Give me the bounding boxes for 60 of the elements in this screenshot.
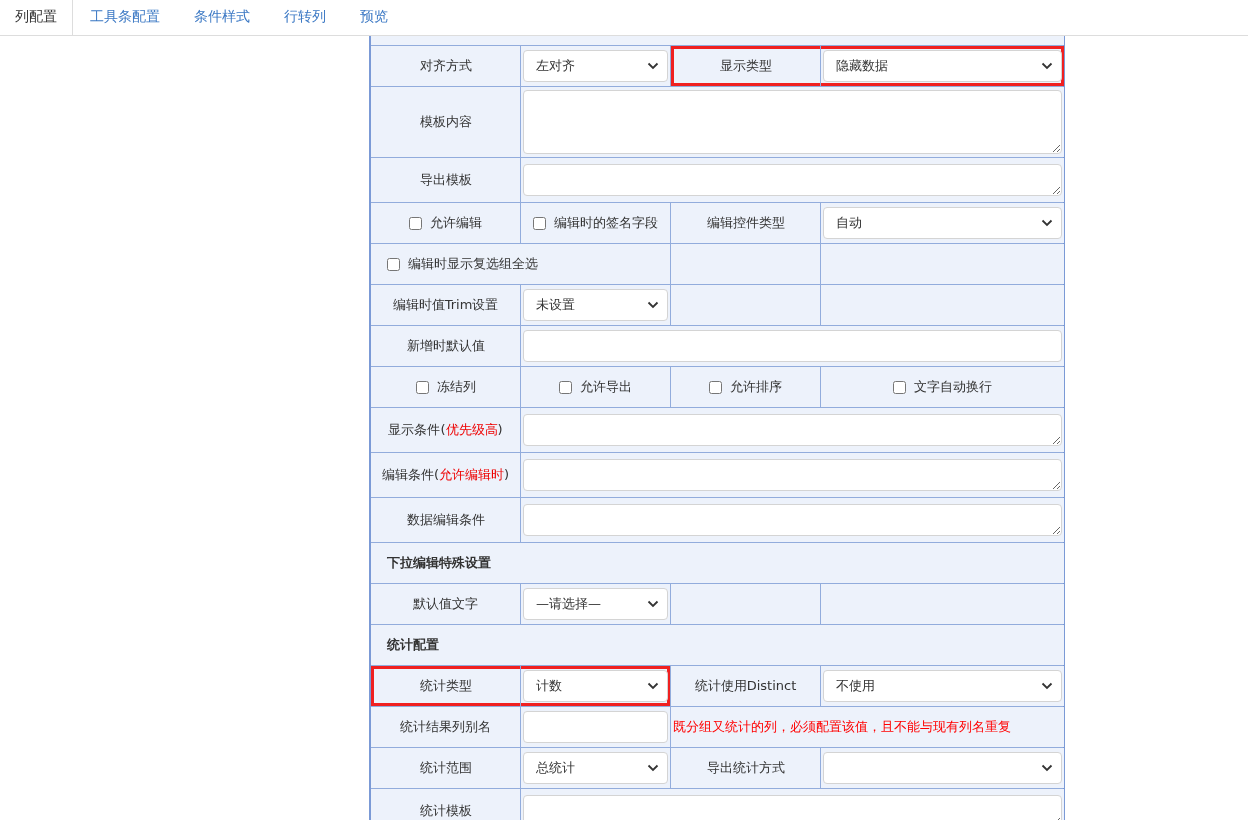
text-area[interactable] bbox=[523, 414, 1062, 446]
checkbox-label: 冻结列 bbox=[436, 378, 476, 396]
field-label: 导出模板 bbox=[419, 171, 472, 189]
checkbox[interactable] bbox=[559, 380, 572, 394]
chevron-down-icon bbox=[1041, 62, 1053, 70]
chevron-down-icon bbox=[647, 600, 659, 608]
field-label: 统计结果列别名 bbox=[400, 718, 491, 736]
checkbox[interactable] bbox=[893, 380, 906, 394]
field-label: 数据编辑条件 bbox=[406, 511, 485, 529]
field-label: 默认值文字 bbox=[413, 595, 478, 613]
tab[interactable]: 工具条配置 bbox=[73, 0, 177, 32]
field-label: 统计使用Distinct bbox=[694, 677, 797, 695]
field-label: 显示类型 bbox=[719, 57, 772, 75]
chevron-down-icon bbox=[647, 301, 659, 309]
tab[interactable]: 预览 bbox=[343, 0, 405, 32]
field-label: 导出统计方式 bbox=[706, 759, 785, 777]
field-label: 统计模板 bbox=[419, 802, 472, 820]
checkbox[interactable] bbox=[415, 380, 429, 394]
checkbox-label: 允许排序 bbox=[730, 378, 782, 396]
text-area[interactable] bbox=[523, 795, 1062, 820]
dropdown[interactable]: 不使用 bbox=[823, 670, 1062, 702]
chevron-down-icon bbox=[647, 764, 659, 772]
field-label: 新增时默认值 bbox=[406, 337, 485, 355]
checkbox[interactable] bbox=[387, 257, 400, 271]
dropdown[interactable]: 计数 bbox=[523, 670, 668, 702]
checkbox[interactable] bbox=[533, 216, 546, 230]
field-label: 模板内容 bbox=[419, 113, 472, 131]
tab[interactable]: 行转列 bbox=[267, 0, 343, 32]
chevron-down-icon bbox=[647, 682, 659, 690]
field-label: 编辑时值Trim设置 bbox=[392, 296, 499, 314]
field-label: 编辑控件类型 bbox=[706, 214, 785, 232]
chevron-down-icon bbox=[1041, 764, 1053, 772]
text-area[interactable] bbox=[523, 459, 1062, 491]
text-area[interactable] bbox=[523, 164, 1062, 196]
dropdown[interactable]: 自动 bbox=[823, 207, 1062, 239]
field-label: 编辑条件(允许编辑时) bbox=[381, 466, 510, 484]
field-label: 统计范围 bbox=[419, 759, 472, 777]
dropdown[interactable]: 未设置 bbox=[523, 289, 668, 321]
text-area[interactable] bbox=[523, 504, 1062, 536]
checkbox-label: 编辑时显示复选组全选 bbox=[408, 255, 538, 273]
field-label: 对齐方式 bbox=[419, 57, 472, 75]
chevron-down-icon bbox=[1041, 219, 1053, 227]
checkbox[interactable] bbox=[409, 216, 422, 230]
warning-text: 既分组又统计的列，必须配置该值，且不能与现有列名重复 bbox=[673, 718, 1011, 736]
tab[interactable]: 条件样式 bbox=[177, 0, 267, 32]
checkbox-label: 允许编辑 bbox=[430, 214, 482, 232]
checkbox[interactable] bbox=[709, 380, 722, 394]
field-label: 显示条件(优先级高) bbox=[388, 421, 503, 439]
checkbox-label: 允许导出 bbox=[580, 378, 632, 396]
dropdown[interactable]: 总统计 bbox=[523, 752, 668, 784]
chevron-down-icon bbox=[1041, 682, 1053, 690]
field-label: 统计类型 bbox=[419, 677, 472, 695]
dropdown[interactable]: 左对齐 bbox=[523, 50, 668, 82]
dropdown[interactable]: —请选择— bbox=[523, 588, 668, 620]
checkbox-label: 文字自动换行 bbox=[914, 378, 992, 396]
section-heading: 统计配置 bbox=[387, 636, 439, 654]
chevron-down-icon bbox=[647, 62, 659, 70]
section-heading: 下拉编辑特殊设置 bbox=[387, 554, 491, 572]
dropdown[interactable]: 隐藏数据 bbox=[823, 50, 1062, 82]
checkbox-label: 编辑时的签名字段 bbox=[554, 214, 658, 232]
